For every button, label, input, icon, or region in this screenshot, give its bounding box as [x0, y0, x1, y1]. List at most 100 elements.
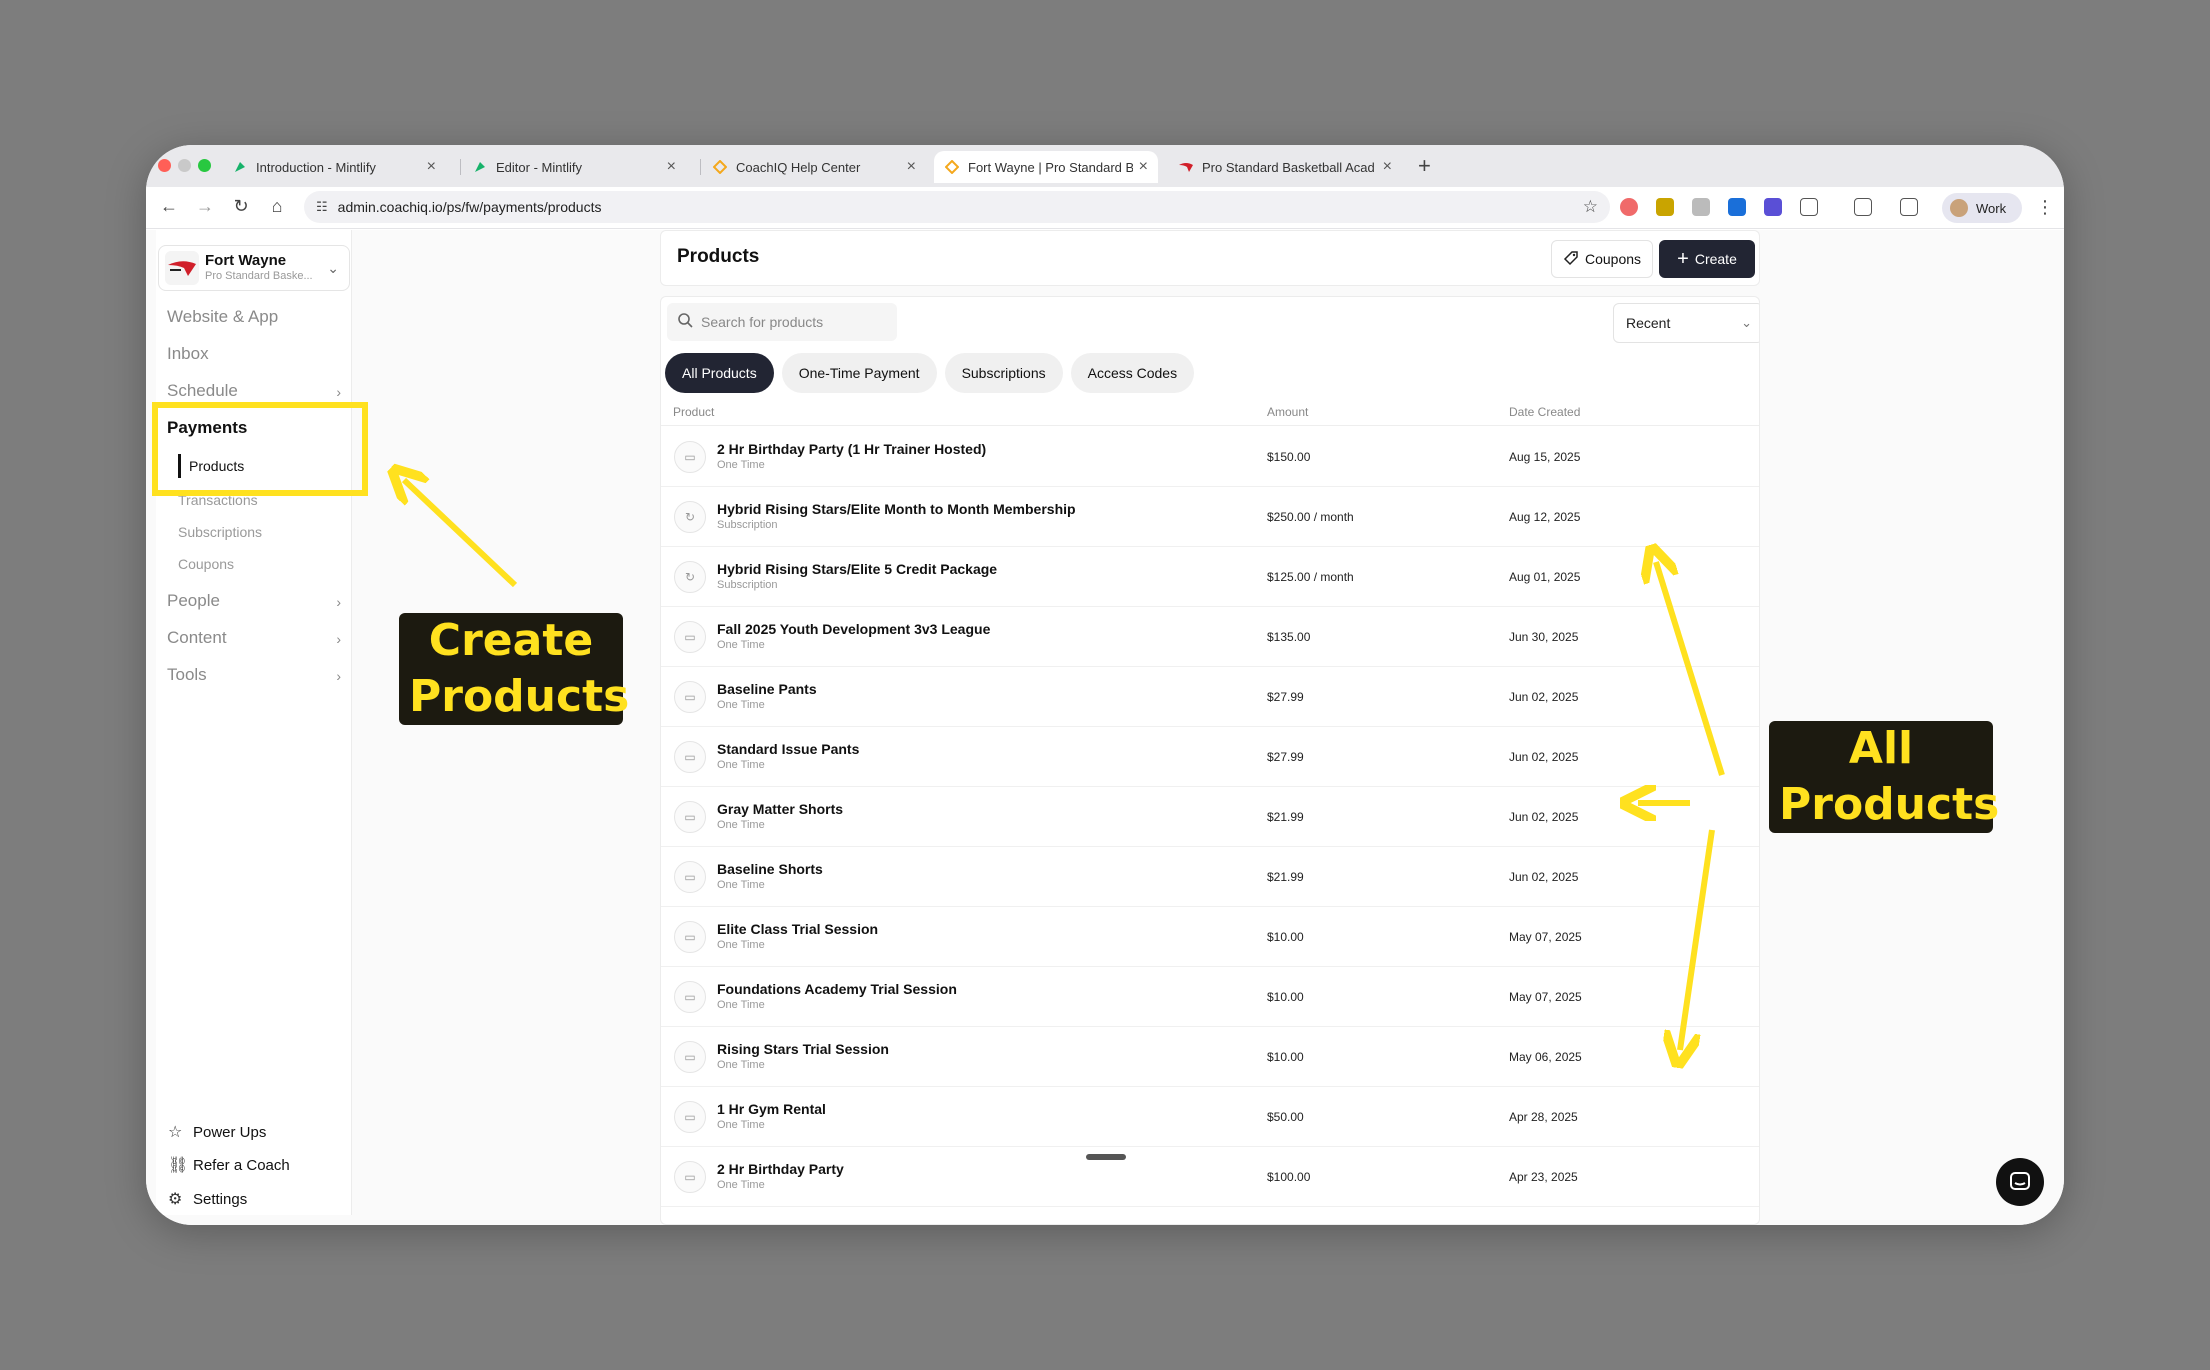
bookmark-star-icon[interactable]: ☆: [1583, 197, 1598, 217]
tab-title: Introduction - Mintlify: [256, 159, 376, 175]
filter-all-products[interactable]: All Products: [665, 353, 774, 393]
table-row[interactable]: ▭ Elite Class Trial Session One Time $10.00…: [661, 907, 1759, 967]
close-tab-icon[interactable]: ×: [427, 158, 436, 176]
plus-icon: +: [1677, 247, 1689, 270]
filter-subscriptions[interactable]: Subscriptions: [944, 353, 1063, 393]
tab-title: CoachIQ Help Center: [736, 159, 861, 175]
product-name: 2 Hr Birthday Party: [717, 1161, 844, 1177]
new-tab-icon[interactable]: +: [1418, 153, 1431, 179]
reload-icon[interactable]: ↻: [230, 196, 252, 217]
all-products-callout: All Products: [1769, 721, 1999, 833]
close-tab-icon[interactable]: ×: [1139, 158, 1148, 176]
forward-arrow-icon[interactable]: →: [194, 196, 216, 217]
nav-tools[interactable]: Tools: [167, 665, 207, 685]
scrollbar-handle[interactable]: [1086, 1154, 1126, 1160]
minimize-window-button[interactable]: [178, 159, 191, 172]
filter-access-codes[interactable]: Access Codes: [1070, 353, 1195, 393]
product-type: One Time: [717, 639, 765, 651]
product-date: Jun 02, 2025: [1509, 870, 1579, 884]
product-amount: $135.00: [1267, 630, 1311, 644]
close-tab-icon[interactable]: ×: [1383, 158, 1392, 176]
home-icon[interactable]: ⌂: [266, 196, 288, 217]
product-amount: $27.99: [1267, 750, 1304, 764]
table-row[interactable]: ▭ 2 Hr Birthday Party (1 Hr Trainer Hoste…: [661, 427, 1759, 487]
product-amount: $100.00: [1267, 1170, 1311, 1184]
nav-content[interactable]: Content: [167, 628, 227, 648]
product-amount: $50.00: [1267, 1110, 1304, 1124]
table-row[interactable]: ▭ Rising Stars Trial Session One Time $10.0…: [661, 1027, 1759, 1087]
browser-tab-3[interactable]: Fort Wayne | Pro Standard Ba ×: [934, 151, 1158, 183]
nav-schedule[interactable]: Schedule: [167, 381, 238, 401]
product-name: 1 Hr Gym Rental: [717, 1101, 826, 1117]
table-row[interactable]: ↻ Hybrid Rising Stars/Elite 5 Credit Pack…: [661, 547, 1759, 607]
product-amount: $10.00: [1267, 990, 1304, 1004]
coupons-button[interactable]: Coupons: [1551, 240, 1653, 278]
browser-menu-icon[interactable]: ⋮: [2036, 197, 2054, 218]
create-label: Create: [1694, 251, 1737, 267]
close-window-button[interactable]: [158, 159, 171, 172]
filter-one-time-payment[interactable]: One-Time Payment: [781, 353, 937, 393]
table-row[interactable]: ↻ Hybrid Rising Stars/Elite Month to Mont…: [661, 487, 1759, 547]
chat-support-button[interactable]: [1996, 1158, 2044, 1206]
chevron-right-icon: ›: [336, 384, 341, 400]
close-tab-icon[interactable]: ×: [667, 158, 676, 176]
product-amount: $21.99: [1267, 810, 1304, 824]
product-type: One Time: [717, 759, 765, 771]
nav-settings[interactable]: ⚙ Settings: [168, 1189, 247, 1209]
star-icon: ☆: [168, 1124, 183, 1141]
table-row[interactable]: ▭ Fall 2025 Youth Development 3v3 League O…: [661, 607, 1759, 667]
extension-icon[interactable]: [1728, 198, 1746, 216]
nav-inbox[interactable]: Inbox: [167, 344, 209, 364]
nav-refer-coach[interactable]: ⛓ Refer a Coach: [168, 1155, 290, 1175]
extension-icon[interactable]: [1764, 198, 1782, 216]
profile-button[interactable]: Work: [1942, 193, 2022, 223]
table-row[interactable]: ▭ Gray Matter Shorts One Time $21.99 Jun 02,…: [661, 787, 1759, 847]
create-button[interactable]: + Create: [1659, 240, 1755, 278]
create-products-callout: Create Products: [399, 613, 629, 725]
ticket-icon: ▭: [674, 801, 706, 833]
product-amount: $10.00: [1267, 1050, 1304, 1064]
browser-tab-1[interactable]: Editor - Mintlify ×: [462, 151, 686, 183]
product-date: May 07, 2025: [1509, 990, 1582, 1004]
url-text: admin.coachiq.io/ps/fw/payments/products: [337, 199, 602, 215]
asana-extension-icon[interactable]: [1620, 198, 1638, 216]
product-type: Subscription: [717, 579, 778, 591]
maximize-window-button[interactable]: [198, 159, 211, 172]
site-settings-icon[interactable]: ☷: [316, 199, 328, 215]
puzzle-extensions-icon[interactable]: [1800, 198, 1818, 216]
org-switcher[interactable]: Fort Wayne Pro Standard Baske... ⌄: [158, 245, 350, 291]
browser-tab-2[interactable]: CoachIQ Help Center ×: [702, 151, 926, 183]
sort-select[interactable]: Recent ⌄: [1613, 303, 1759, 343]
table-row[interactable]: ▭ 2 Hr Birthday Party One Time $100.00 Apr 2…: [661, 1147, 1759, 1207]
browser-tab-4[interactable]: Pro Standard Basketball Acad ×: [1168, 151, 1402, 183]
ticket-icon: ▭: [674, 681, 706, 713]
table-row[interactable]: ▭ Baseline Pants One Time $27.99 Jun 02, 202…: [661, 667, 1759, 727]
nav-people[interactable]: People: [167, 591, 220, 611]
back-arrow-icon[interactable]: ←: [158, 196, 180, 217]
nav-subscriptions[interactable]: Subscriptions: [178, 524, 262, 540]
ticket-icon: ▭: [674, 1041, 706, 1073]
nav-website-app[interactable]: Website & App: [167, 307, 278, 327]
search-input[interactable]: [701, 314, 881, 330]
product-type: One Time: [717, 459, 765, 471]
product-amount: $250.00 / month: [1267, 510, 1354, 524]
browser-tab-0[interactable]: Introduction - Mintlify ×: [222, 151, 446, 183]
reading-list-icon[interactable]: [1900, 198, 1918, 216]
product-date: May 06, 2025: [1509, 1050, 1582, 1064]
product-name: Hybrid Rising Stars/Elite Month to Month…: [717, 501, 1076, 517]
nav-coupons[interactable]: Coupons: [178, 556, 234, 572]
search-box[interactable]: [667, 303, 897, 341]
table-row[interactable]: ▭ 1 Hr Gym Rental One Time $50.00 Apr 28, 20…: [661, 1087, 1759, 1147]
tab-search-icon[interactable]: [1854, 198, 1872, 216]
table-row[interactable]: ▭ Foundations Academy Trial Session One Ti…: [661, 967, 1759, 1027]
ticket-icon: ▭: [674, 981, 706, 1013]
product-type: One Time: [717, 999, 765, 1011]
url-bar[interactable]: ☷ admin.coachiq.io/ps/fw/payments/produc…: [304, 191, 1610, 223]
nav-power-ups[interactable]: ☆ Power Ups: [168, 1122, 266, 1142]
close-tab-icon[interactable]: ×: [907, 158, 916, 176]
table-row[interactable]: ▭ Standard Issue Pants One Time $27.99 Jun 0…: [661, 727, 1759, 787]
extension-icon[interactable]: [1656, 198, 1674, 216]
product-name: Standard Issue Pants: [717, 741, 860, 757]
table-row[interactable]: ▭ Baseline Shorts One Time $21.99 Jun 02, 20…: [661, 847, 1759, 907]
camera-extension-icon[interactable]: [1692, 198, 1710, 216]
